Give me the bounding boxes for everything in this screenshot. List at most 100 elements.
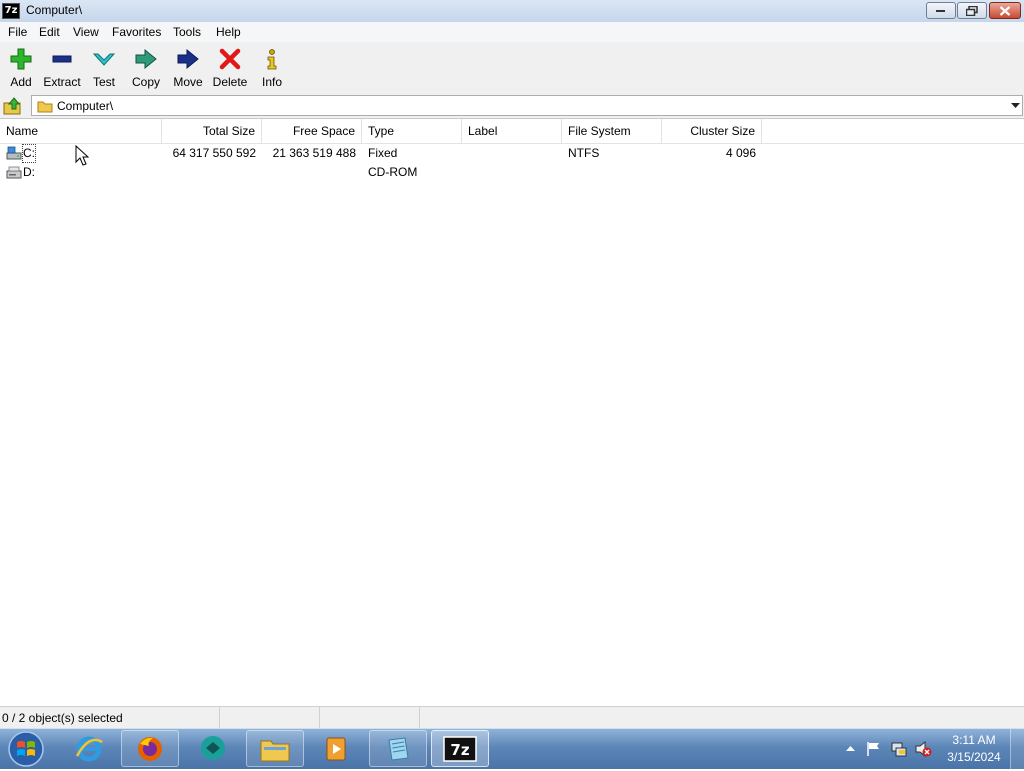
info-label: Info (261, 75, 282, 89)
drive-free-space (262, 163, 362, 182)
hard-drive-icon (6, 146, 22, 160)
chat-bubble-icon (201, 735, 225, 760)
menu-view[interactable]: View (73, 25, 99, 39)
file-list[interactable]: Name Total Size Free Space Type Label Fi… (0, 118, 1024, 706)
drive-name[interactable]: D: (22, 163, 36, 182)
extract-button[interactable]: Extract (41, 46, 83, 92)
status-segment-selection: 0 / 2 object(s) selected (0, 707, 220, 729)
status-segment (319, 707, 420, 729)
minimize-icon (936, 9, 945, 12)
address-input[interactable]: Computer\ (31, 95, 1023, 116)
add-button[interactable]: Add (0, 46, 42, 92)
start-button[interactable] (6, 730, 46, 768)
drive-free-space: 21 363 519 488 (272, 146, 356, 160)
menu-help[interactable]: Help (216, 25, 241, 39)
7zip-app-icon[interactable]: 7z (2, 3, 20, 19)
test-label: Test (92, 75, 115, 89)
menu-tools[interactable]: Tools (173, 25, 201, 39)
drive-label (462, 144, 562, 163)
status-segment (219, 707, 320, 729)
copy-label: Copy (131, 75, 160, 89)
show-desktop-button[interactable] (1010, 729, 1024, 769)
clock-time[interactable]: 3:11 AM (947, 733, 1001, 747)
taskbar-firefox[interactable] (121, 730, 179, 767)
delete-label: Delete (212, 75, 248, 89)
taskbar-7zip[interactable]: 7z (431, 730, 489, 767)
drive-cluster-size (662, 163, 762, 182)
drive-file-system: NTFS (568, 146, 600, 160)
taskbar: 7z 3:11 AM 3/15/2024 (0, 728, 1024, 769)
taskbar-internet-explorer[interactable] (60, 730, 118, 767)
drive-label (462, 163, 562, 182)
column-header: Name Total Size Free Space Type Label Fi… (0, 119, 1024, 144)
taskbar-file-explorer[interactable] (246, 730, 304, 767)
toolbar: Add Extract Test Copy Move Delete Info (0, 42, 1024, 95)
mouse-cursor-icon (75, 145, 89, 166)
delete-x-icon (219, 48, 241, 70)
add-label: Add (10, 75, 32, 89)
folder-icon (260, 740, 290, 761)
minimize-button[interactable] (926, 2, 956, 19)
action-center-flag-icon[interactable] (866, 741, 882, 757)
info-icon (267, 49, 277, 70)
menu-bar: File Edit View Favorites Tools Help (0, 22, 1024, 43)
move-arrow-icon (177, 48, 199, 70)
media-player-icon (326, 737, 346, 760)
column-label[interactable]: Label (462, 119, 562, 143)
delete-button[interactable]: Delete (209, 46, 251, 92)
close-button[interactable] (989, 2, 1021, 19)
extract-label: Extract (43, 75, 81, 89)
menu-edit[interactable]: Edit (39, 25, 60, 39)
taskbar-media-player[interactable] (307, 730, 365, 767)
clock-date[interactable]: 3/15/2024 (944, 750, 1004, 764)
move-button[interactable]: Move (167, 46, 209, 92)
column-cluster-size[interactable]: Cluster Size (662, 119, 762, 143)
menu-favorites[interactable]: Favorites (112, 25, 161, 39)
status-selection: 0 / 2 object(s) selected (2, 711, 123, 725)
close-icon (999, 5, 1011, 16)
volume-muted-icon[interactable] (914, 740, 932, 758)
show-hidden-icons-icon[interactable] (846, 745, 855, 751)
move-label: Move (173, 75, 203, 89)
test-button[interactable]: Test (83, 46, 125, 92)
drive-name[interactable]: C: (22, 144, 36, 163)
7zip-icon-text: 7z (450, 741, 469, 759)
table-row[interactable]: D: CD-ROM (0, 163, 780, 182)
internet-explorer-icon (75, 736, 103, 761)
up-folder-button[interactable] (3, 96, 25, 116)
check-icon (92, 53, 116, 66)
drive-total-size: 64 317 550 592 (172, 146, 256, 160)
chevron-down-icon[interactable] (1011, 103, 1020, 109)
column-type[interactable]: Type (362, 119, 462, 143)
folder-icon (37, 101, 53, 113)
taskbar-chat-app[interactable] (184, 730, 242, 767)
address-path: Computer\ (57, 99, 114, 113)
cd-drive-icon (6, 166, 22, 179)
column-name[interactable]: Name (0, 119, 162, 143)
drive-cluster-size: 4 096 (725, 146, 756, 160)
title-bar: 7z Computer\ (0, 0, 1024, 23)
info-button[interactable]: Info (251, 46, 293, 92)
column-file-system[interactable]: File System (562, 119, 662, 143)
windows-logo-icon (8, 731, 44, 767)
minus-icon (52, 55, 72, 63)
column-free-space[interactable]: Free Space (262, 119, 362, 143)
table-row[interactable]: C: 64 317 550 592 21 363 519 488 Fixed N… (0, 144, 780, 163)
copy-button[interactable]: Copy (125, 46, 167, 92)
address-bar: Computer\ (0, 94, 1024, 118)
menu-file[interactable]: File (8, 25, 27, 39)
drive-file-system (562, 163, 662, 182)
restore-button[interactable] (957, 2, 987, 19)
notepad-icon (388, 736, 409, 761)
drive-total-size (162, 163, 262, 182)
column-total-size[interactable]: Total Size (162, 119, 262, 143)
taskbar-notepad[interactable] (369, 730, 427, 767)
up-folder-icon (3, 97, 21, 115)
network-icon[interactable] (890, 740, 908, 758)
status-bar: 0 / 2 object(s) selected (0, 706, 1024, 729)
plus-icon (10, 48, 32, 70)
window-title: Computer\ (26, 3, 83, 17)
firefox-icon (138, 736, 162, 761)
restore-icon (966, 5, 978, 16)
copy-arrow-icon (135, 48, 157, 70)
